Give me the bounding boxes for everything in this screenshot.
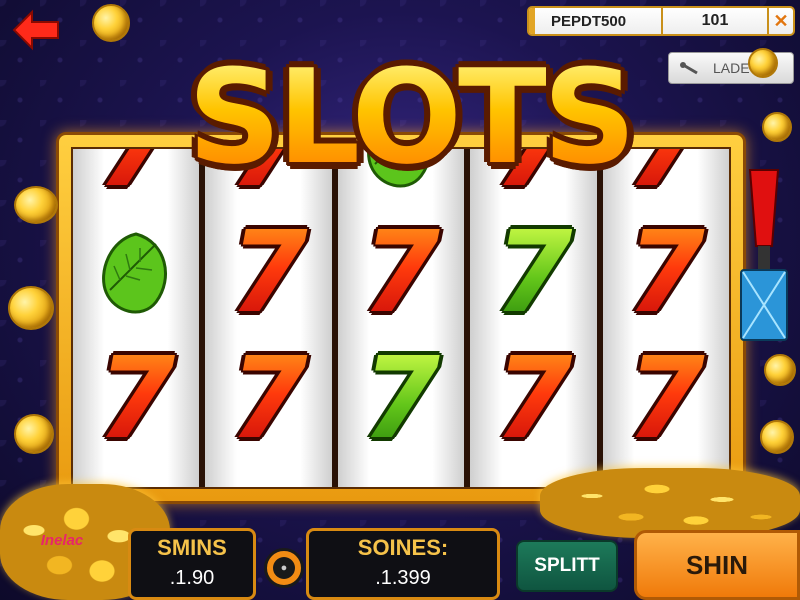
spins-label: SMINS: [157, 535, 227, 560]
back-arrow-icon: [12, 9, 59, 51]
coin-decoration: [762, 112, 792, 142]
reel-2: 777: [205, 149, 332, 487]
lade-button-label: LADE: [713, 60, 750, 76]
seven-symbol: 7: [470, 213, 596, 333]
coin-decoration: [760, 420, 794, 454]
spins-panel: SMINS .1.90: [128, 528, 256, 600]
seven-symbol: 7: [73, 339, 199, 459]
lime-icon: [102, 232, 168, 314]
coin-decoration: [8, 286, 54, 330]
reel-3: 77: [337, 149, 465, 487]
coin-decoration: [14, 186, 58, 224]
close-icon[interactable]: ✕: [767, 8, 793, 34]
spins-value: .1.90: [169, 567, 215, 589]
seven-symbol: 7: [603, 339, 729, 459]
coins-value: .1.399: [375, 567, 431, 589]
coin-decoration: [764, 354, 796, 386]
promo-code-text[interactable]: PEPDT500: [529, 8, 663, 34]
reel-1: 77: [73, 149, 200, 487]
reel-5: 777: [602, 149, 730, 487]
circle-toggle-button[interactable]: ●: [264, 548, 304, 588]
seven-glyph: 7: [494, 208, 573, 338]
lever-handle[interactable]: [738, 166, 790, 344]
circle-button-icon: ●: [273, 557, 295, 579]
seven-symbol: 7: [470, 339, 596, 459]
reels-container: 7777777777777: [71, 147, 731, 489]
split-button[interactable]: SPLITT: [516, 540, 618, 592]
seven-glyph: 7: [229, 208, 308, 338]
lever-icon: [740, 169, 788, 341]
coins-label: SOINES:: [357, 535, 449, 560]
coins-panel: SOINES: .1.399: [306, 528, 500, 600]
lime-symbol: [73, 213, 199, 333]
back-button[interactable]: [10, 8, 62, 52]
seven-glyph: 7: [362, 334, 440, 464]
spin-button[interactable]: SHIN: [634, 530, 800, 600]
coin-decoration: [748, 48, 778, 78]
seven-symbol: 7: [338, 339, 464, 459]
seven-glyph: 7: [229, 334, 308, 464]
key-icon: [680, 62, 698, 75]
balance-value: 101: [701, 12, 729, 29]
seven-symbol: 7: [205, 339, 331, 459]
brand-logo: Inelac: [40, 532, 84, 549]
seven-symbol: 7: [338, 213, 464, 333]
seven-glyph: 7: [97, 334, 176, 464]
promo-code-bar: PEPDT500 101 ✕: [527, 6, 795, 36]
seven-glyph: 7: [626, 334, 705, 464]
seven-glyph: 7: [494, 334, 573, 464]
seven-symbol: 7: [603, 213, 729, 333]
game-title: SLOTS: [150, 42, 670, 192]
seven-symbol: 7: [205, 213, 331, 333]
coin-pile-right: [540, 468, 800, 538]
seven-glyph: 7: [626, 208, 705, 338]
seven-glyph: 7: [362, 208, 440, 338]
coin-decoration: [14, 414, 54, 454]
coin-decoration: [92, 4, 130, 42]
reel-4: 777: [470, 149, 597, 487]
